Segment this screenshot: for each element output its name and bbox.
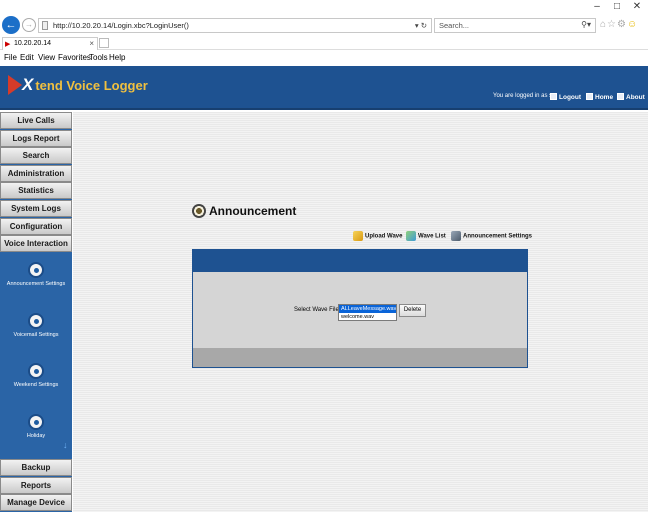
menu-file[interactable]: File (4, 53, 17, 62)
browser-tab-strip: ▶ 10.20.20.14 × (0, 36, 648, 50)
sidebar-item-manage-device[interactable]: Manage Device (0, 494, 72, 511)
sidebar-item-search[interactable]: Search (0, 147, 72, 164)
browser-menu-bar: File Edit View Favorites Tools Help (0, 51, 648, 65)
wave-file-option[interactable]: welcome.wav (339, 313, 396, 321)
sidebar-item-statistics[interactable]: Statistics (0, 182, 72, 199)
upload-icon (353, 231, 363, 241)
calendar-icon (28, 363, 44, 379)
wave-file-option-selected[interactable]: ALLeaveMessage.wav (339, 305, 396, 313)
sidebar-tool-voicemail-settings[interactable]: Voicemail Settings (0, 313, 72, 338)
page-icon (42, 21, 48, 30)
close-window-button[interactable]: ✕ (630, 1, 644, 13)
favorites-star-icon[interactable]: ☆ (607, 19, 617, 30)
main-content: Announcement Upload Wave Wave List Annou… (73, 112, 648, 512)
announcement-icon (28, 262, 44, 278)
logged-in-text: You are logged in as s (493, 93, 553, 99)
delete-button[interactable]: Delete (399, 304, 426, 317)
address-bar[interactable]: http://10.20.20.14/Login.xbc?LoginUser()… (38, 18, 432, 33)
voicemail-icon (28, 313, 44, 329)
sidebar-item-backup[interactable]: Backup (0, 459, 72, 476)
wave-file-listbox[interactable]: ALLeaveMessage.wav welcome.wav (338, 304, 397, 321)
forward-button[interactable]: → (22, 18, 36, 32)
address-url[interactable]: http://10.20.20.14/Login.xbc?LoginUser() (53, 21, 189, 30)
search-placeholder: Search... (439, 21, 470, 30)
home-icon[interactable]: ⌂ (600, 19, 607, 30)
forward-arrow-icon: → (25, 20, 33, 29)
sidebar-tool-holiday[interactable]: Holiday (0, 414, 72, 439)
menu-edit[interactable]: Edit (20, 53, 34, 62)
menu-help[interactable]: Help (109, 53, 125, 62)
browser-nav-bar: ← → http://10.20.20.14/Login.xbc?LoginUs… (0, 14, 648, 36)
minimize-button[interactable]: – (590, 1, 604, 13)
panel-header (193, 250, 527, 272)
sidebar-item-reports[interactable]: Reports (0, 477, 72, 494)
about-link[interactable]: About (617, 93, 645, 101)
about-icon (617, 93, 624, 100)
announcement-settings-link[interactable]: Announcement Settings (451, 231, 532, 241)
upload-wave-link[interactable]: Upload Wave (353, 231, 402, 241)
sidebar-item-voice-interaction[interactable]: Voice Interaction (0, 235, 72, 252)
tab-title: 10.20.20.14 (14, 40, 51, 47)
logout-link[interactable]: Logout (550, 93, 581, 101)
menu-favorites[interactable]: Favorites (58, 53, 91, 62)
sidebar-tool-weekend-settings[interactable]: Weekend Settings (0, 363, 72, 388)
logout-icon (550, 93, 557, 100)
menu-tools[interactable]: Tools (89, 53, 108, 62)
select-wave-label: Select Wave File : (294, 307, 343, 313)
speaker-icon (192, 204, 206, 218)
settings-wrench-icon (451, 231, 461, 241)
sidebar-item-system-logs[interactable]: System Logs (0, 200, 72, 217)
xtend-logo: Xtend Voice Logger (8, 75, 148, 101)
page-title: Announcement (192, 204, 296, 218)
app-header: Xtend Voice Logger You are logged in as … (0, 66, 648, 110)
sidebar-item-live-calls[interactable]: Live Calls (0, 112, 72, 129)
search-icon[interactable]: ⚲▾ (581, 20, 591, 29)
back-arrow-icon: ← (5, 19, 17, 31)
wave-list-icon (406, 231, 416, 241)
browser-tab[interactable]: ▶ 10.20.20.14 × (2, 37, 98, 50)
tab-favicon-icon: ▶ (5, 41, 11, 48)
browser-search-input[interactable]: Search... ⚲▾ (434, 18, 596, 33)
feedback-smiley-icon[interactable]: ☺ (627, 19, 638, 30)
sidebar-item-administration[interactable]: Administration (0, 165, 72, 182)
wave-list-link[interactable]: Wave List (406, 231, 446, 241)
browser-toolbar-icons: ⌂☆⚙☺ (600, 19, 638, 30)
tab-close-icon[interactable]: × (89, 39, 94, 48)
panel-footer (193, 348, 527, 367)
scroll-down-arrow-icon[interactable]: ↓ (63, 440, 68, 450)
sidebar: Live Calls Logs Report Search Administra… (0, 112, 72, 512)
sidebar-tool-announcement-settings[interactable]: Announcement Settings (0, 262, 72, 287)
sidebar-item-configuration[interactable]: Configuration (0, 218, 72, 235)
refresh-icon[interactable]: ▾ ↻ (415, 21, 427, 30)
logo-chevron-icon (8, 75, 22, 95)
gear-icon[interactable]: ⚙ (617, 19, 627, 30)
new-tab-button[interactable] (99, 38, 109, 48)
holiday-icon (28, 414, 44, 430)
wave-file-panel: Select Wave File : ALLeaveMessage.wav we… (192, 249, 528, 368)
home-page-icon (586, 93, 593, 100)
maximize-button[interactable]: □ (610, 1, 624, 13)
window-titlebar: – □ ✕ (0, 0, 648, 14)
sidebar-item-logs-report[interactable]: Logs Report (0, 130, 72, 147)
home-link[interactable]: Home (586, 93, 613, 101)
back-button[interactable]: ← (2, 16, 20, 34)
menu-view[interactable]: View (38, 53, 55, 62)
